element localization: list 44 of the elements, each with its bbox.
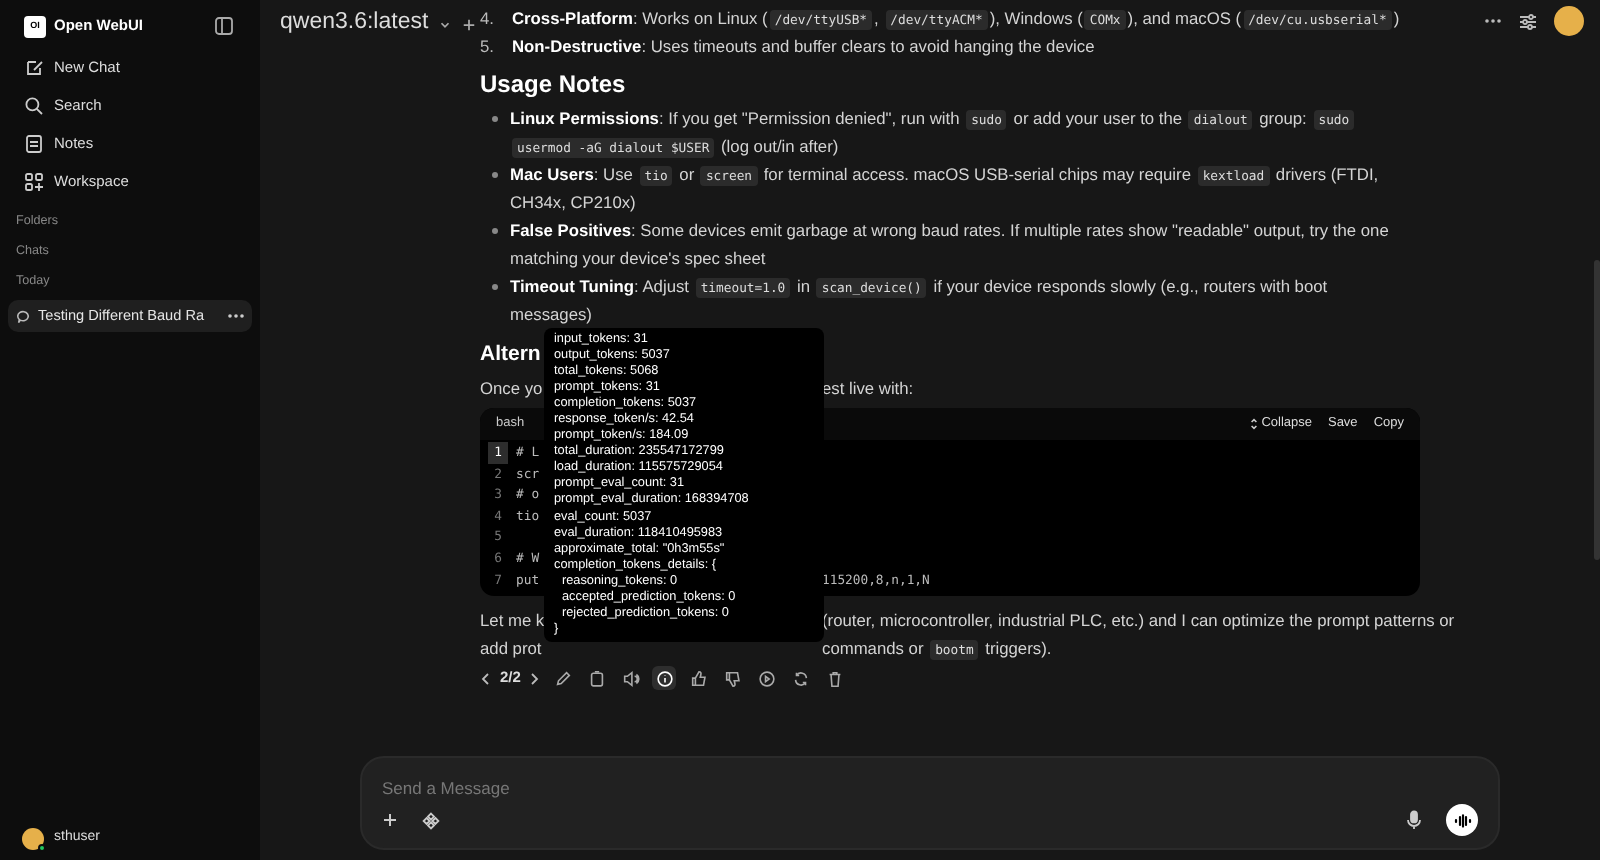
thumbs-up-button[interactable] — [686, 666, 711, 691]
profile-avatar[interactable] — [1554, 6, 1584, 36]
play-circle-icon — [757, 669, 776, 688]
paragraph-text: add prot — [480, 636, 542, 663]
paragraph-text: Once yo — [480, 376, 543, 402]
thumbs-down-button[interactable] — [720, 666, 745, 691]
play-circle-button[interactable] — [754, 666, 779, 691]
info-button[interactable] — [652, 666, 677, 691]
list-number: 4. — [480, 6, 496, 32]
plus-icon[interactable] — [462, 17, 477, 31]
settings-icon[interactable] — [1518, 11, 1538, 31]
voice-mode-button[interactable] — [1446, 804, 1478, 836]
paragraph-text: Let me k — [480, 608, 545, 635]
user-avatar[interactable] — [22, 827, 44, 849]
speaker-button[interactable] — [618, 666, 643, 691]
chevron-left-icon[interactable] — [480, 671, 490, 686]
speaker-icon — [621, 669, 640, 688]
info-icon — [655, 669, 674, 688]
pencil-icon — [553, 669, 572, 688]
workspace-icon — [24, 171, 44, 191]
chat-bubble-icon — [16, 309, 30, 323]
chevron-down-icon[interactable] — [438, 17, 453, 31]
refresh-icon — [791, 669, 810, 688]
clipboard-icon — [587, 669, 606, 688]
list-item-text: Non-Destructive: Uses timeouts and buffer clears to avoid hanging the device — [512, 34, 1095, 60]
section-heading: Usage Notes — [480, 68, 628, 100]
trash-icon — [825, 669, 844, 688]
microphone-icon[interactable] — [1406, 810, 1422, 830]
notes-icon — [24, 133, 44, 153]
chevron-up-down-icon — [1249, 418, 1258, 430]
plus-icon[interactable] — [382, 812, 398, 828]
model-selector[interactable]: qwen3.6:latest — [280, 6, 429, 42]
section-heading: Altern — [480, 340, 541, 370]
sidebar-toggle-icon[interactable] — [214, 16, 234, 36]
chevron-right-icon[interactable] — [530, 671, 541, 686]
sound-wave-icon — [1453, 813, 1471, 827]
thumbs-up-icon — [689, 669, 708, 688]
new-chat-icon — [24, 57, 44, 77]
more-icon[interactable] — [228, 312, 244, 320]
thumbs-down-icon — [723, 669, 742, 688]
integrations-icon[interactable] — [422, 811, 440, 829]
list-number: 5. — [480, 34, 496, 60]
paragraph-text: (router, microcontroller, industrial PLC, etc.) and I can optimize the prompt patterns or — [822, 608, 1455, 635]
search-icon — [24, 95, 44, 115]
